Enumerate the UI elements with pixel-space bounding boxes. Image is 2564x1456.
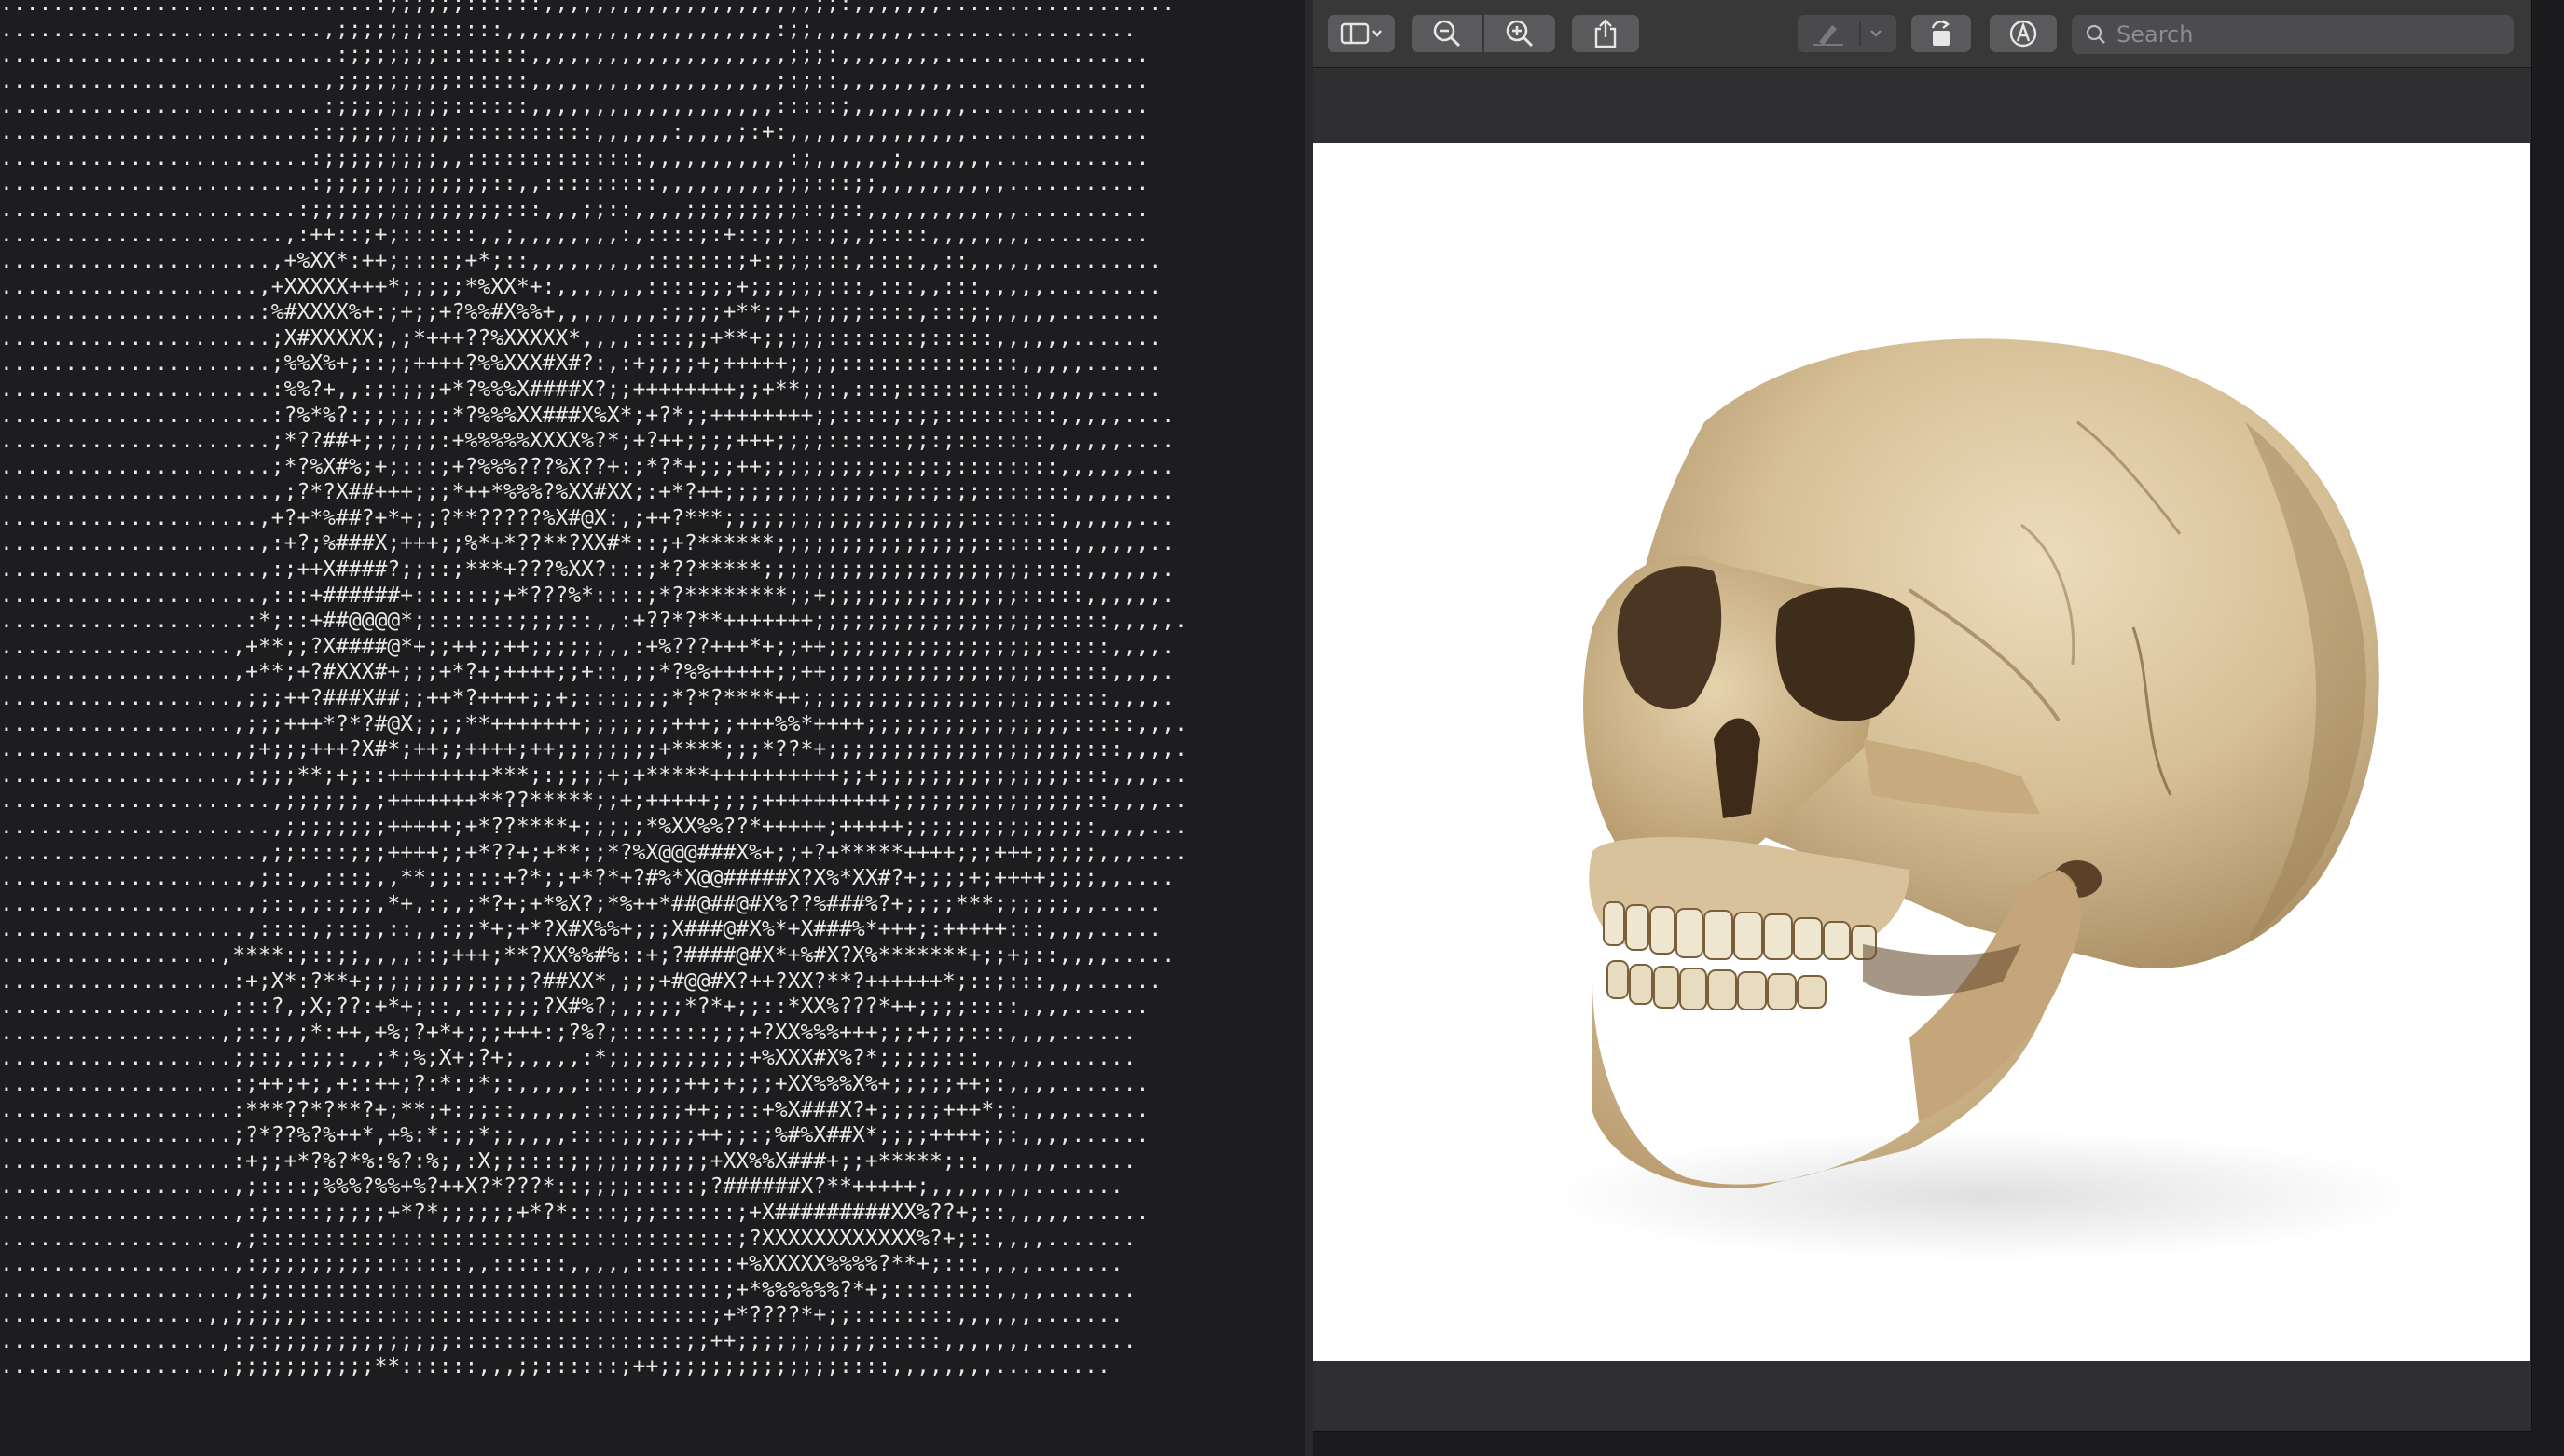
- document-header-strip: [1313, 68, 2531, 143]
- sidebar-toggle-icon: [1340, 22, 1382, 45]
- image-canvas: [1313, 143, 2530, 1361]
- zoom-out-button[interactable]: [1412, 15, 1482, 52]
- search-field[interactable]: Search: [2072, 15, 2514, 54]
- annotate-button[interactable]: [1990, 15, 2057, 52]
- markup-pen-button[interactable]: [1798, 15, 1896, 52]
- zoom-out-icon: [1433, 20, 1461, 48]
- search-icon: [2086, 24, 2105, 44]
- desktop-background-bottom: [1313, 1432, 2564, 1456]
- rotate-icon: [1931, 20, 1950, 46]
- zoom-in-button[interactable]: [1484, 15, 1555, 52]
- terminal-window: .............................:;;;;;;::::…: [0, 0, 1313, 1456]
- markup-pen-icon: [1813, 21, 1882, 46]
- preview-window: Search: [1313, 0, 2532, 1432]
- desktop-background: [2532, 0, 2564, 1456]
- chevron-down-icon: [1372, 30, 1382, 37]
- share-button[interactable]: [1572, 15, 1639, 52]
- window-divider: [1305, 0, 1313, 1456]
- chevron-down-icon: [1870, 30, 1882, 37]
- annotate-icon: [2009, 20, 2037, 48]
- rotate-button[interactable]: [1911, 15, 1971, 52]
- search-placeholder: Search: [2116, 21, 2194, 48]
- document-footer-strip: [1313, 1361, 2531, 1431]
- sidebar-toggle-button[interactable]: [1328, 15, 1395, 52]
- preview-toolbar: Search: [1313, 0, 2531, 68]
- share-icon: [1594, 19, 1617, 48]
- skull-image: [1546, 338, 2422, 1261]
- ascii-art-output: .............................:;;;;;;::::…: [0, 0, 1188, 1380]
- zoom-in-icon: [1506, 20, 1534, 48]
